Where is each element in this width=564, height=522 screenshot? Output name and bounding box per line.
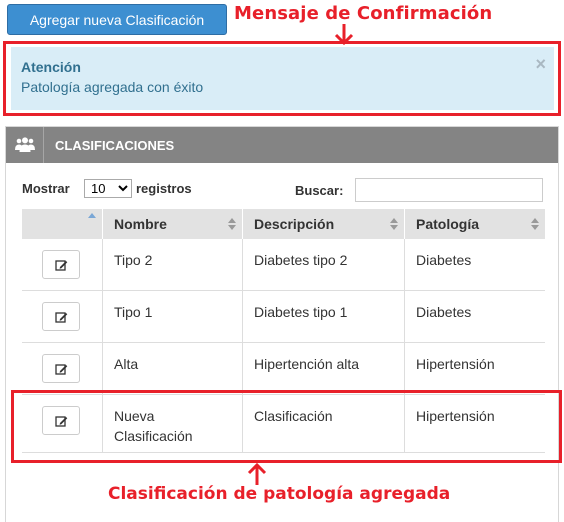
patologia-cell: Hipertensión <box>405 343 545 394</box>
descripcion-cell: Hipertención alta <box>243 343 405 394</box>
entries-suffix-label: registros <box>136 181 192 196</box>
users-icon <box>15 137 35 152</box>
nombre-cell: Alta <box>103 343 243 394</box>
search-input[interactable] <box>355 178 543 202</box>
cell-text: Diabetes tipo 1 <box>254 304 348 320</box>
edit-button[interactable] <box>42 354 80 383</box>
page-size-select[interactable]: 10 <box>84 179 132 198</box>
column-header-nombre[interactable]: Nombre <box>103 209 243 239</box>
new-classification-annotation: Clasificación de patología agregada <box>108 484 451 504</box>
confirmation-message-annotation: Mensaje de Confirmación <box>234 3 493 24</box>
patologia-cell: Diabetes <box>405 291 545 342</box>
new-row-highlight-box <box>11 390 562 463</box>
column-header-descripcion[interactable]: Descripción <box>243 209 405 239</box>
actions-cell <box>22 291 103 342</box>
descripcion-cell: Diabetes tipo 2 <box>243 239 405 290</box>
table-header: Nombre Descripción Patología <box>22 209 545 239</box>
cell-text: Diabetes tipo 2 <box>254 252 348 268</box>
cell-text: Alta <box>114 356 139 372</box>
alert-title: Atención <box>21 59 81 75</box>
descripcion-cell: Diabetes tipo 1 <box>243 291 405 342</box>
edit-icon <box>55 312 68 323</box>
cell-text: Tipo 1 <box>114 304 153 320</box>
add-classification-button[interactable]: Agregar nueva Clasificación <box>7 4 227 35</box>
cell-text: Hipertención alta <box>254 356 360 372</box>
actions-cell <box>22 239 103 290</box>
close-icon[interactable]: × <box>535 55 546 73</box>
column-header-label: Patología <box>416 216 480 232</box>
cell-text: Hipertensión <box>416 356 495 372</box>
edit-button[interactable] <box>42 302 80 331</box>
nombre-cell: Tipo 2 <box>103 239 243 290</box>
patologia-cell: Diabetes <box>405 239 545 290</box>
success-alert: Atención Patología agregada con éxito × <box>11 47 554 110</box>
edit-button[interactable] <box>42 250 80 279</box>
column-header-patologia[interactable]: Patología <box>405 209 545 239</box>
table-row: Alta Hipertención alta Hipertensión <box>22 343 545 395</box>
column-header-label: Descripción <box>254 216 335 232</box>
actions-cell <box>22 343 103 394</box>
sort-icon <box>531 218 539 230</box>
panel-icon-box <box>6 127 44 163</box>
column-header-actions[interactable] <box>22 209 103 239</box>
panel-title: CLASIFICACIONES <box>55 138 175 153</box>
cell-text: Diabetes <box>416 252 472 268</box>
edit-icon <box>55 260 68 271</box>
table-row: Tipo 1 Diabetes tipo 1 Diabetes <box>22 291 545 343</box>
column-header-label: Nombre <box>114 216 167 232</box>
table-row: Tipo 2 Diabetes tipo 2 Diabetes <box>22 239 545 291</box>
search-label: Buscar: <box>295 183 344 198</box>
arrow-up-icon <box>247 462 267 485</box>
panel-header: CLASIFICACIONES <box>6 127 558 163</box>
cell-text: Tipo 2 <box>114 252 153 268</box>
cell-text: Diabetes <box>416 304 472 320</box>
sort-icon <box>228 218 236 230</box>
sort-icon <box>390 218 398 230</box>
show-entries-label: Mostrar <box>22 181 70 196</box>
nombre-cell: Tipo 1 <box>103 291 243 342</box>
edit-icon <box>55 364 68 375</box>
alert-message: Patología agregada con éxito <box>21 79 204 95</box>
sort-asc-icon <box>88 213 96 218</box>
